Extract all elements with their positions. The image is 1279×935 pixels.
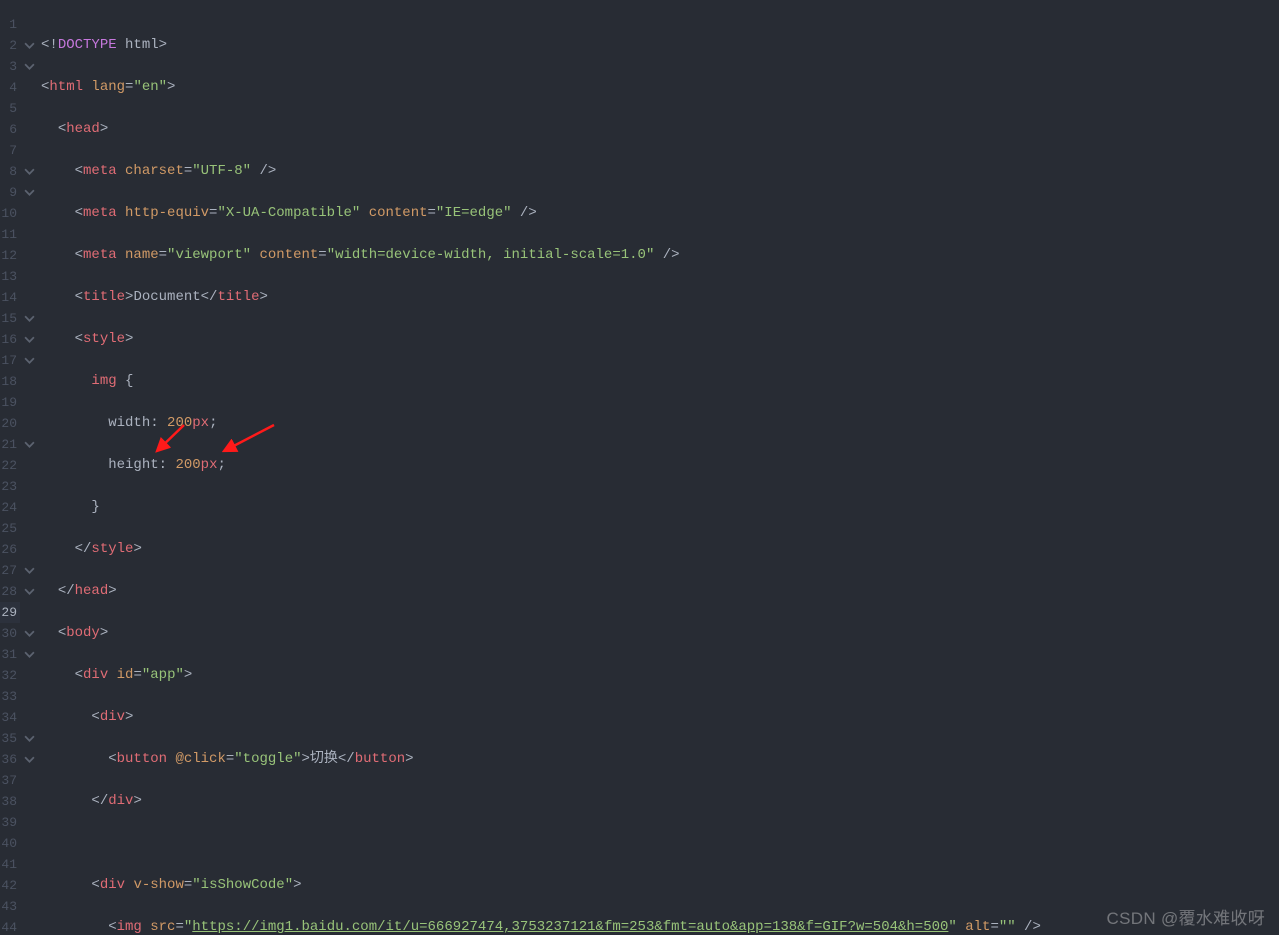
code-line bbox=[39, 833, 1279, 854]
code-line: <div id="app"> bbox=[39, 665, 1279, 686]
fold-chevron-icon[interactable] bbox=[20, 161, 39, 182]
code-line: <meta charset="UTF-8" /> bbox=[39, 161, 1279, 182]
code-line: <style> bbox=[39, 329, 1279, 350]
code-line: <div> bbox=[39, 707, 1279, 728]
fold-chevron-icon[interactable] bbox=[20, 182, 39, 203]
fold-chevron-icon[interactable] bbox=[20, 644, 39, 665]
code-line: <head> bbox=[39, 119, 1279, 140]
code-line: img { bbox=[39, 371, 1279, 392]
code-line: <img src="https://img1.baidu.com/it/u=66… bbox=[39, 917, 1279, 935]
code-line: width: 200px; bbox=[39, 413, 1279, 434]
fold-chevron-icon[interactable] bbox=[20, 749, 39, 770]
fold-chevron-icon[interactable] bbox=[20, 329, 39, 350]
code-line: <!DOCTYPE html> bbox=[39, 35, 1279, 56]
code-line: } bbox=[39, 497, 1279, 518]
fold-chevron-icon[interactable] bbox=[20, 434, 39, 455]
code-line: <meta name="viewport" content="width=dev… bbox=[39, 245, 1279, 266]
fold-chevron-icon[interactable] bbox=[20, 728, 39, 749]
code-line: </style> bbox=[39, 539, 1279, 560]
code-line: <meta http-equiv="X-UA-Compatible" conte… bbox=[39, 203, 1279, 224]
fold-chevron-icon[interactable] bbox=[20, 623, 39, 644]
fold-chevron-icon[interactable] bbox=[20, 35, 39, 56]
code-line: <body> bbox=[39, 623, 1279, 644]
code-line: <div v-show="isShowCode"> bbox=[39, 875, 1279, 896]
code-line: <html lang="en"> bbox=[39, 77, 1279, 98]
code-line: </head> bbox=[39, 581, 1279, 602]
fold-chevron-icon[interactable] bbox=[20, 581, 39, 602]
fold-chevron-icon[interactable] bbox=[20, 56, 39, 77]
code-line: <title>Document</title> bbox=[39, 287, 1279, 308]
fold-chevron-icon[interactable] bbox=[20, 560, 39, 581]
fold-chevron-icon[interactable] bbox=[20, 350, 39, 371]
code-area[interactable]: <!DOCTYPE html> <html lang="en"> <head> … bbox=[39, 4, 1279, 935]
line-number-gutter: 1234567891011121314151617181920212223242… bbox=[0, 4, 20, 935]
fold-gutter[interactable] bbox=[20, 4, 39, 935]
code-editor[interactable]: 1234567891011121314151617181920212223242… bbox=[0, 4, 1279, 935]
code-line: <button @click="toggle">切换</button> bbox=[39, 749, 1279, 770]
code-line: </div> bbox=[39, 791, 1279, 812]
code-line: height: 200px; bbox=[39, 455, 1279, 476]
fold-chevron-icon[interactable] bbox=[20, 308, 39, 329]
